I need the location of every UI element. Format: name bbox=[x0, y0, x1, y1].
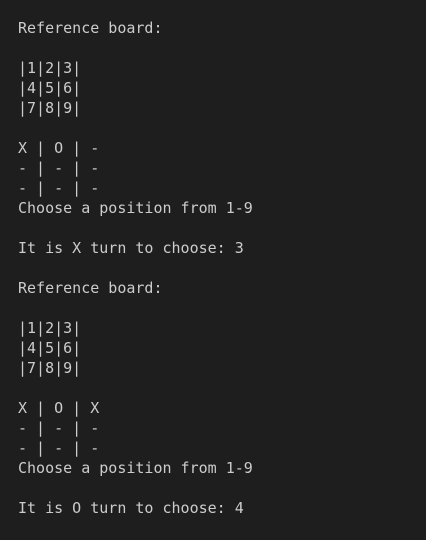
terminal-output[interactable]: Reference board: |1|2|3| |4|5|6| |7|8|9|… bbox=[0, 0, 426, 540]
reference-board-row: |1|2|3| bbox=[18, 319, 82, 337]
prompt-line: Choose a position from 1-9 bbox=[18, 459, 253, 477]
game-board-row: - | - | - bbox=[18, 439, 100, 457]
turn-input-line: It is X turn to choose: 3 bbox=[18, 239, 244, 257]
reference-board-row: |1|2|3| bbox=[18, 59, 82, 77]
game-board-row: - | - | - bbox=[18, 159, 100, 177]
terminal-line: Reference board: bbox=[18, 279, 163, 297]
game-board-row: X | O | - bbox=[18, 139, 100, 157]
reference-board-row: |4|5|6| bbox=[18, 79, 82, 97]
game-board-row: - | - | - bbox=[18, 179, 100, 197]
reference-board-row: |7|8|9| bbox=[18, 99, 82, 117]
game-board-row: X | O | X bbox=[18, 399, 100, 417]
terminal-line: Reference board: bbox=[18, 19, 163, 37]
reference-board-row: |4|5|6| bbox=[18, 339, 82, 357]
turn-input-line: It is O turn to choose: 4 bbox=[18, 499, 244, 517]
game-board-row: - | - | - bbox=[18, 419, 100, 437]
reference-board-row: |7|8|9| bbox=[18, 359, 82, 377]
prompt-line: Choose a position from 1-9 bbox=[18, 199, 253, 217]
